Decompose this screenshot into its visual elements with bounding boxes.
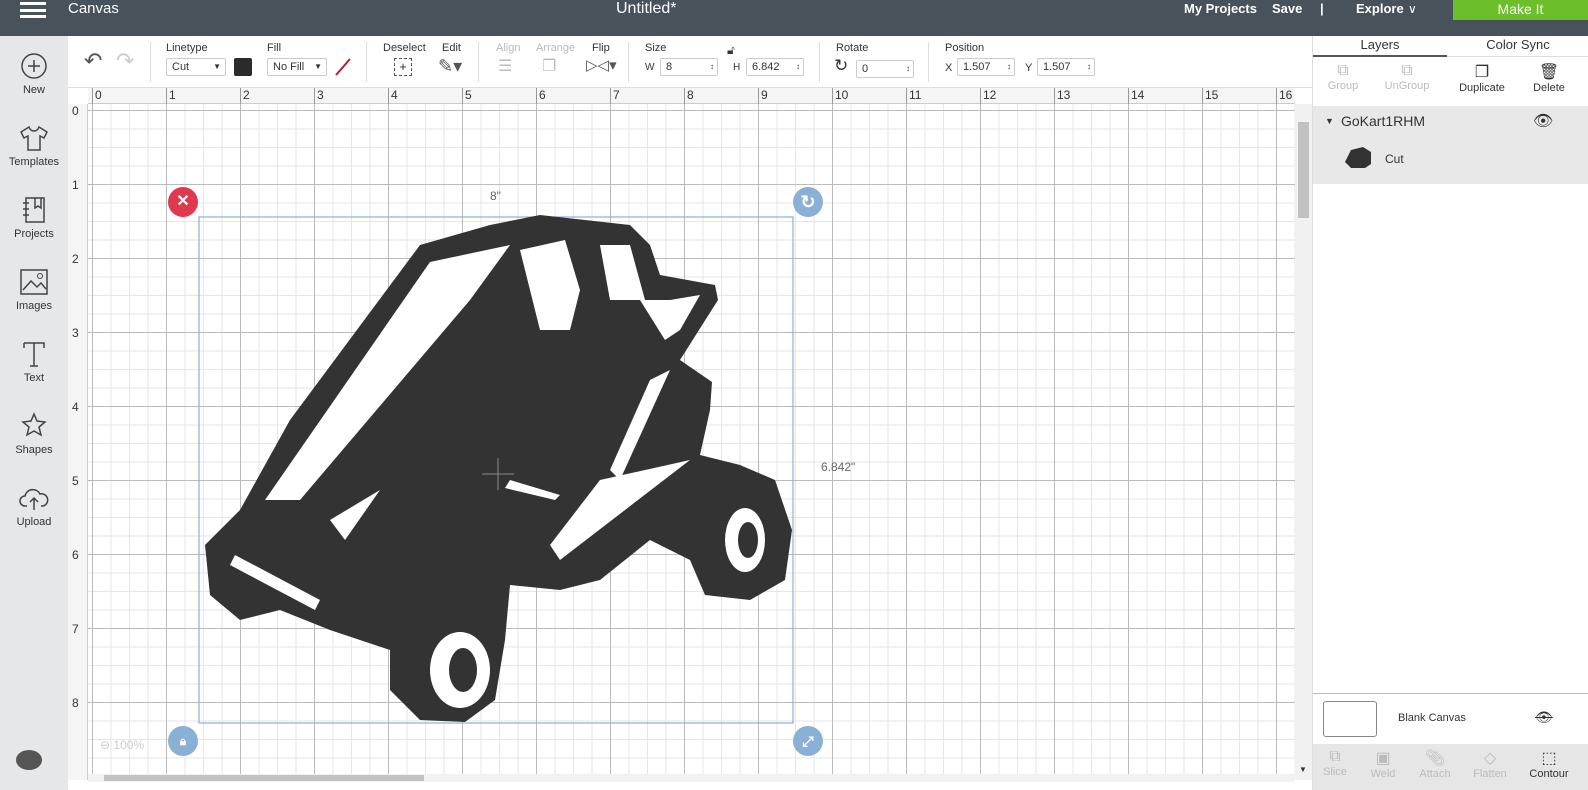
- zoom-control[interactable]: ⊖ 100%: [100, 738, 144, 752]
- zoom-level: 100%: [113, 738, 145, 752]
- flatten-button[interactable]: ◇ Flatten: [1460, 748, 1520, 780]
- chevron-down-icon[interactable]: ∨: [1408, 0, 1417, 18]
- bottom-toolbar: ⧉ Slice ▣ Weld 📎︎ Attach ◇ Flatten ⬚ Contour: [1313, 744, 1588, 790]
- group-button[interactable]: ⧉ Group: [1313, 62, 1373, 92]
- paperclip-icon: 📎︎: [1424, 750, 1446, 767]
- flatten-icon: ◇: [1483, 750, 1497, 767]
- ungroup-icon: ⧉: [1401, 62, 1413, 79]
- height-dimension-label: 6.842": [821, 460, 856, 474]
- tab-color-sync[interactable]: Color Sync: [1447, 36, 1588, 57]
- vertical-scrollbar[interactable]: ▼: [1295, 104, 1312, 780]
- delete-handle-icon[interactable]: ✕: [168, 187, 198, 217]
- duplicate-button[interactable]: ❐ Duplicate: [1452, 62, 1512, 94]
- group-icon: ⧉: [1337, 62, 1349, 79]
- layer-group[interactable]: ▼ GoKart1RHM 👁︎ Cut: [1313, 106, 1588, 184]
- eye-icon[interactable]: 👁︎: [1533, 111, 1553, 131]
- divider: [1313, 693, 1588, 694]
- contour-icon: ⬚: [1541, 750, 1557, 767]
- delete-button[interactable]: 🗑︎ Delete: [1519, 62, 1579, 94]
- sublayer-name: Cut: [1385, 152, 1404, 166]
- divider: |: [1320, 1, 1324, 16]
- ungroup-button[interactable]: ⧉ UnGroup: [1377, 62, 1437, 92]
- weld-button[interactable]: ▣ Weld: [1353, 748, 1413, 780]
- resize-handle-icon[interactable]: ⤢: [793, 726, 823, 756]
- eye-hidden-icon[interactable]: 👁︎: [1535, 709, 1553, 726]
- tab-layers[interactable]: Layers: [1313, 36, 1447, 57]
- duplicate-icon: ❐: [1474, 64, 1490, 81]
- lock-handle-icon[interactable]: 🔒︎: [168, 726, 198, 756]
- rotate-handle-icon[interactable]: ↻: [793, 187, 823, 217]
- attach-button[interactable]: 📎︎ Attach: [1405, 748, 1465, 780]
- horizontal-scrollbar[interactable]: [88, 774, 1295, 782]
- contour-button[interactable]: ⬚ Contour: [1519, 748, 1579, 780]
- layer-thumbnail: [1345, 147, 1371, 168]
- blank-canvas-swatch[interactable]: [1323, 701, 1377, 737]
- trash-icon: 🗑︎: [1538, 64, 1560, 81]
- weld-icon: ▣: [1375, 750, 1391, 767]
- blank-canvas-label: Blank Canvas: [1398, 712, 1466, 724]
- design-layer: [198, 215, 794, 724]
- make-it-button[interactable]: Make It: [1453, 0, 1588, 20]
- collapse-icon[interactable]: ▼: [1325, 116, 1334, 126]
- explore-menu[interactable]: Explore: [1356, 0, 1404, 18]
- zoom-out-icon[interactable]: ⊖: [100, 738, 110, 752]
- layer-name: GoKart1RHM: [1341, 113, 1426, 129]
- width-dimension-label: 8": [490, 189, 501, 203]
- layers-panel: Layers Color Sync ⧉ Group ⧉ UnGroup ❐ Dupli…: [1312, 36, 1588, 790]
